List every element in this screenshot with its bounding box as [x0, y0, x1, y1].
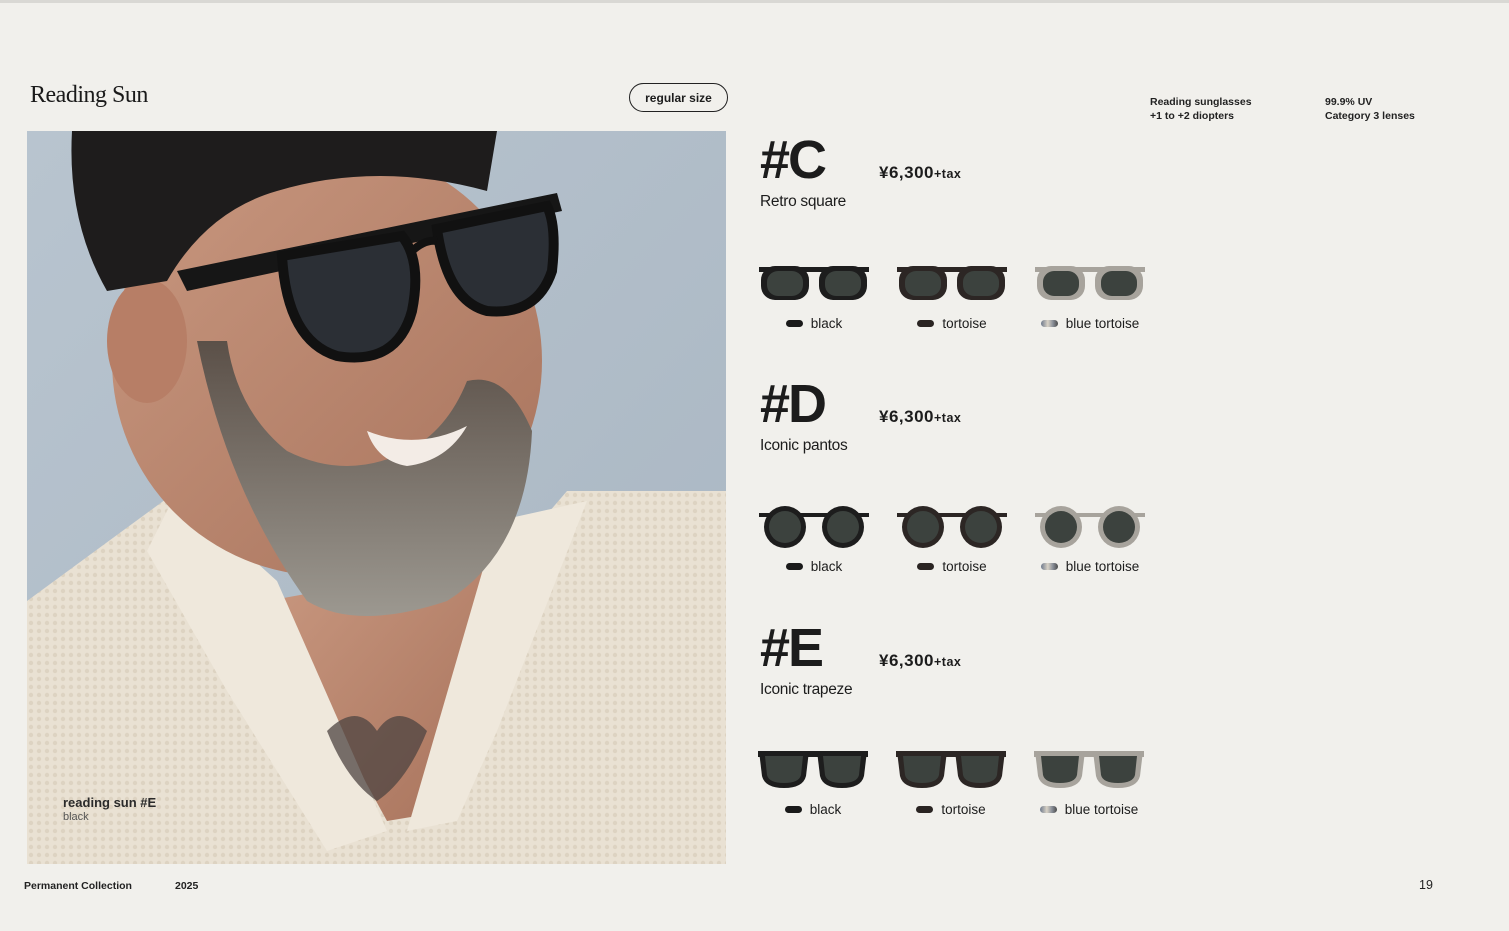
sunglasses-round-icon: [1035, 506, 1145, 548]
sunglasses-trapeze-icon: [896, 751, 1006, 788]
variant-name: blue tortoise: [1065, 559, 1140, 574]
variant-e-blue-tortoise: blue tortoise: [1031, 748, 1147, 817]
footer-collection: Permanent Collection: [24, 880, 132, 892]
spec-uv: 99.9% UV Category 3 lenses: [1325, 96, 1415, 123]
color-swatch: [785, 320, 803, 327]
photo-caption: reading sun #E black: [63, 795, 156, 823]
variant-label: black: [756, 559, 872, 574]
model-name: Retro square: [760, 193, 847, 210]
color-swatch: [1039, 806, 1057, 813]
color-swatch: [917, 563, 935, 570]
section-title: Reading Sun: [30, 82, 148, 108]
variant-label: blue tortoise: [1032, 559, 1148, 574]
color-swatch: [1040, 563, 1058, 570]
variant-name: blue tortoise: [1064, 802, 1139, 817]
spec-line: +1 to +2 diopters: [1150, 109, 1235, 122]
variant-name: black: [810, 559, 843, 574]
model-price: ¥6,300+tax: [879, 163, 961, 183]
sunglasses-square-icon: [1035, 266, 1145, 300]
variant-name: blue tortoise: [1065, 316, 1140, 331]
model-name: Iconic pantos: [760, 437, 848, 454]
sunglasses-square-icon: [897, 266, 1007, 300]
sunglasses-trapeze-icon: [758, 751, 868, 788]
price-tax: +tax: [934, 655, 962, 669]
portrait-illustration: [27, 131, 726, 864]
model-code: #C: [760, 130, 827, 190]
variant-name: black: [810, 316, 843, 331]
price-tax: +tax: [934, 167, 962, 181]
color-swatch: [917, 320, 935, 327]
price-tax: +tax: [934, 411, 962, 425]
caption-color: black: [63, 811, 89, 823]
variant-label: tortoise: [893, 802, 1009, 817]
variant-c-blue-tortoise: blue tortoise: [1032, 262, 1148, 331]
variant-label: black: [756, 316, 872, 331]
spec-reading: Reading sunglasses +1 to +2 diopters: [1150, 96, 1252, 123]
variant-label: tortoise: [894, 316, 1010, 331]
sunglasses-round-icon: [897, 506, 1007, 548]
spec-line: 99.9% UV: [1325, 96, 1373, 108]
model-name: Iconic trapeze: [760, 681, 853, 698]
variant-label: blue tortoise: [1032, 316, 1148, 331]
sunglasses-round-icon: [759, 506, 869, 548]
color-swatch: [916, 806, 934, 813]
variant-name: tortoise: [942, 316, 987, 331]
spec-line: Reading sunglasses: [1150, 96, 1252, 108]
sunglasses-trapeze-icon: [1034, 751, 1144, 788]
spec-line: Category 3 lenses: [1325, 109, 1415, 122]
variant-label: black: [755, 802, 871, 817]
caption-title: reading sun #E: [63, 795, 157, 810]
variant-name: tortoise: [942, 559, 987, 574]
variant-d-blue-tortoise: blue tortoise: [1032, 505, 1148, 574]
variant-name: black: [809, 802, 842, 817]
page-number: 19: [1419, 878, 1433, 892]
variant-e-tortoise: tortoise: [893, 748, 1009, 817]
color-swatch: [1040, 320, 1058, 327]
top-rule: [0, 0, 1509, 3]
variant-e-black: black: [755, 748, 871, 817]
price-value: ¥6,300: [879, 407, 934, 426]
variant-d-black: black: [756, 505, 872, 574]
variant-label: tortoise: [894, 559, 1010, 574]
variant-label: blue tortoise: [1031, 802, 1147, 817]
model-photo: reading sun #E black: [27, 131, 726, 864]
model-code: #D: [760, 374, 827, 434]
price-value: ¥6,300: [879, 163, 934, 182]
color-swatch: [785, 563, 803, 570]
size-badge: regular size: [629, 83, 728, 112]
model-price: ¥6,300+tax: [879, 651, 961, 671]
price-value: ¥6,300: [879, 651, 934, 670]
model-price: ¥6,300+tax: [879, 407, 961, 427]
color-swatch: [784, 806, 802, 813]
model-code: #E: [760, 618, 824, 678]
variant-c-tortoise: tortoise: [894, 262, 1010, 331]
footer-year: 2025: [175, 880, 199, 892]
variant-c-black: black: [756, 262, 872, 331]
variant-name: tortoise: [941, 802, 986, 817]
variant-d-tortoise: tortoise: [894, 505, 1010, 574]
sunglasses-square-icon: [759, 266, 869, 300]
